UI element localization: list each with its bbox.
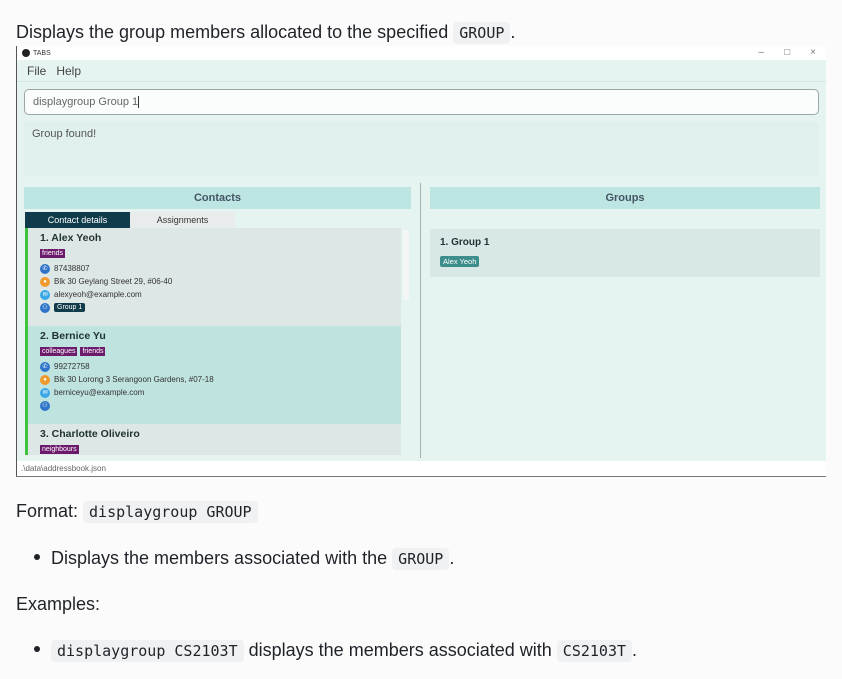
intro-code: GROUP	[453, 22, 511, 44]
contact-email: alexyeoh@example.com	[54, 290, 142, 299]
contact-tabs: Contact details Assignments	[25, 212, 235, 228]
contact-group-tag: Group 1	[54, 303, 86, 312]
contact-tag: friends	[40, 249, 66, 258]
example-text: displays the members associated with	[248, 640, 552, 660]
intro-text: Displays the group members allocated to …	[16, 22, 449, 42]
menu-file[interactable]: File	[27, 64, 46, 78]
format-label: Format:	[16, 501, 79, 521]
status-bar: .\data\addressbook.json	[17, 461, 826, 476]
email-icon: ✉	[40, 289, 50, 300]
text-caret	[138, 96, 140, 109]
contact-tag: neighbours	[40, 445, 79, 454]
app-title: TABS	[33, 49, 51, 57]
contact-tag: colleagues	[40, 347, 78, 356]
email-icon: ✉	[40, 387, 50, 398]
example-code: displaygroup CS2103T	[51, 640, 244, 662]
groups-header: Groups	[430, 187, 820, 209]
example-code2: CS2103T	[556, 640, 633, 662]
contact-tag: friends	[80, 347, 106, 356]
title-bar: TABS – □ ×	[17, 46, 826, 60]
contact-card[interactable]: 3. Charlotte Oliveiro neighbours	[25, 424, 401, 455]
location-icon: ●	[40, 276, 50, 287]
format-line: Format: displaygroup GROUP	[16, 499, 258, 524]
examples-label: Examples:	[16, 594, 101, 614]
result-text: Group found!	[32, 128, 97, 140]
contact-name: 2. Bernice Yu	[40, 330, 106, 342]
panel-divider[interactable]	[420, 183, 421, 458]
result-display: Group found!	[24, 122, 819, 176]
close-button[interactable]: ×	[810, 46, 816, 60]
contact-list: 1. Alex Yeoh friends ✆ 87438807 ● Blk 30 G…	[25, 228, 411, 455]
minimize-button[interactable]: –	[759, 46, 765, 60]
format-code: displaygroup GROUP	[83, 501, 258, 523]
status-path: .\data\addressbook.json	[21, 464, 106, 473]
bullet1-code: GROUP	[392, 548, 450, 570]
bullet-dot	[34, 554, 40, 560]
tab-assignments[interactable]: Assignments	[130, 212, 235, 228]
location-icon: ●	[40, 374, 50, 385]
window-controls: – □ ×	[759, 46, 816, 60]
tab-contact-details[interactable]: Contact details	[25, 212, 130, 228]
phone-icon: ✆	[40, 263, 50, 274]
bullet-line-1: Displays the members associated with the…	[51, 546, 454, 571]
group-card[interactable]: 1. Group 1 Alex Yeoh	[430, 229, 820, 277]
example-line: displaygroup CS2103T displays the member…	[51, 638, 637, 663]
menu-help[interactable]: Help	[56, 64, 81, 78]
contact-phone: 99272758	[54, 362, 90, 371]
maximize-button[interactable]: □	[784, 46, 790, 60]
app-icon	[22, 49, 30, 57]
group-icon: ⚇	[40, 400, 50, 411]
group-member-tag: Alex Yeoh	[440, 256, 480, 267]
contact-address: Blk 30 Geylang Street 29, #06-40	[54, 277, 173, 286]
contact-email: berniceyu@example.com	[54, 388, 145, 397]
groups-header-label: Groups	[605, 192, 645, 204]
contact-name: 1. Alex Yeoh	[40, 232, 102, 244]
contact-card[interactable]: 2. Bernice Yu colleagues friends ✆ 992727…	[25, 326, 401, 424]
bullet1-text: Displays the members associated with the	[51, 548, 388, 568]
command-text: displaygroup Group 1	[33, 96, 139, 108]
menu-bar: File Help	[17, 60, 826, 82]
contact-phone: 87438807	[54, 264, 90, 273]
app-window: TABS – □ × File Help displaygroup Group …	[16, 46, 826, 477]
phone-icon: ✆	[40, 361, 50, 372]
bullet-dot	[34, 646, 40, 652]
group-name: 1. Group 1	[440, 237, 490, 248]
contacts-header: Contacts	[24, 187, 411, 209]
contacts-header-label: Contacts	[193, 192, 242, 204]
group-icon: ⚇	[40, 302, 50, 313]
intro-line: Displays the group members allocated to …	[16, 20, 515, 45]
contact-card[interactable]: 1. Alex Yeoh friends ✆ 87438807 ● Blk 30 G…	[25, 228, 401, 326]
contact-address: Blk 30 Lorong 3 Serangoon Gardens, #07-1…	[54, 375, 214, 384]
command-input[interactable]: displaygroup Group 1	[24, 89, 819, 115]
scrollbar-thumb[interactable]	[403, 230, 409, 300]
bullet1-end: .	[449, 548, 455, 568]
intro-end: .	[510, 22, 516, 42]
example-end: .	[632, 640, 638, 660]
contact-name: 3. Charlotte Oliveiro	[40, 428, 140, 440]
